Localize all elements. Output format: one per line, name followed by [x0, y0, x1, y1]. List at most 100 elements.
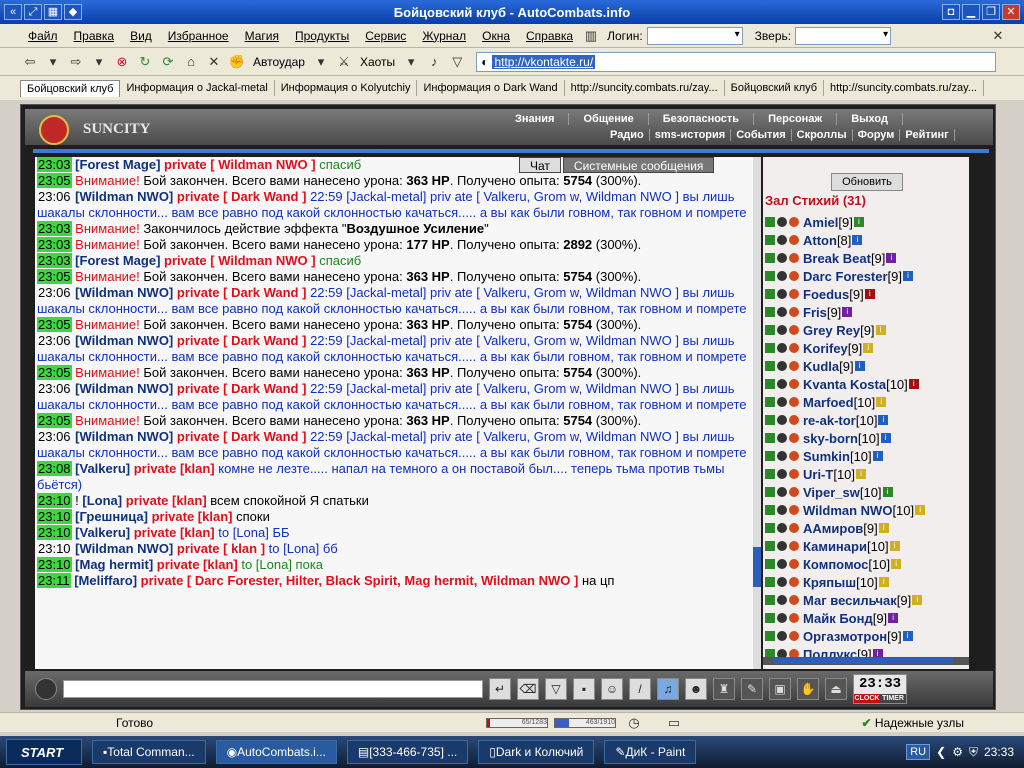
start-button[interactable]: START — [6, 739, 82, 765]
user-name[interactable]: Kudla — [803, 359, 839, 374]
user-name[interactable]: Кряпыш — [803, 575, 856, 590]
nav-security[interactable]: Безопасность — [649, 113, 755, 125]
user-info-icon[interactable]: i — [878, 577, 889, 587]
user-name[interactable]: Оргазмотрон — [803, 629, 887, 644]
nav-knowledge[interactable]: Знания — [501, 113, 570, 125]
chat-user[interactable]: [Meliffaro] — [74, 573, 137, 588]
chat-user[interactable]: [Wildman NWO] — [75, 333, 173, 348]
task-total-commander[interactable]: ▪ Total Comman... — [92, 740, 206, 764]
user-info-icon[interactable]: i — [878, 523, 889, 533]
user-info-icon[interactable]: i — [876, 397, 887, 407]
user-info-icon[interactable]: i — [878, 415, 889, 425]
task-paint[interactable]: ✎ ДиК - Paint — [604, 740, 697, 764]
chat-user[interactable]: [Wildman NWO] — [75, 189, 173, 204]
bottle-icon[interactable]: ♜ — [713, 678, 735, 700]
language-indicator[interactable]: RU — [906, 744, 931, 760]
task-autocombats[interactable]: ◉ AutoCombats.i... — [215, 740, 337, 764]
user-name[interactable]: Fris — [803, 305, 827, 320]
shield-icon[interactable]: ◆ — [64, 4, 82, 20]
login-select[interactable] — [646, 26, 743, 45]
menu-favorites[interactable]: Избранное — [160, 29, 237, 43]
nav-communication[interactable]: Общение — [569, 113, 649, 125]
user-info-icon[interactable]: i — [872, 451, 883, 461]
tab-fight-club[interactable]: Бойцовский клуб — [20, 79, 121, 97]
chaos-button[interactable]: Хаоты — [357, 55, 398, 69]
grid-icon[interactable]: ▦ — [44, 4, 62, 20]
tray-network-icon[interactable]: ⚙ — [952, 745, 963, 759]
beast-select[interactable] — [795, 26, 892, 45]
chat-scrollbar[interactable] — [753, 157, 761, 669]
chat-user[interactable]: [Wildman NWO] — [75, 381, 173, 396]
filter-icon[interactable]: ▽ — [447, 52, 467, 72]
chat-user[interactable]: [Wildman NWO] — [75, 541, 173, 556]
user-name[interactable]: Маг весильчак — [803, 593, 897, 608]
task-icq[interactable]: ▤ [333-466-735] ... — [346, 740, 469, 764]
chat-user[interactable]: [Valkeru] — [75, 461, 130, 476]
chat-user[interactable]: [Lona] — [82, 493, 122, 508]
user-info-icon[interactable]: i — [842, 307, 853, 317]
user-name[interactable]: Darc Forester — [803, 269, 888, 284]
menu-products[interactable]: Продукты — [287, 29, 357, 43]
roll-icon[interactable]: ◘ — [942, 4, 960, 20]
close-icon[interactable]: ✕ — [1002, 4, 1020, 20]
music-icon[interactable]: ♫ — [657, 678, 679, 700]
chat-user[interactable]: [Wildman NWO] — [75, 285, 173, 300]
user-name[interactable]: Каминари — [803, 539, 867, 554]
user-info-icon[interactable]: i — [854, 361, 865, 371]
stop-icon[interactable]: ⊗ — [112, 52, 132, 72]
subnav-events[interactable]: События — [731, 129, 792, 141]
user-name[interactable]: Майк Бонд — [803, 611, 873, 626]
tray-security-icon[interactable]: ⛨ — [969, 745, 978, 760]
nav-exit[interactable]: Выход — [837, 113, 903, 125]
menu-file[interactable]: Файл — [20, 29, 66, 43]
user-name[interactable]: Viper_sw — [803, 485, 860, 500]
user-info-icon[interactable]: i — [853, 217, 864, 227]
menu-help[interactable]: Справка — [518, 29, 581, 43]
send-icon[interactable]: ↵ — [489, 678, 511, 700]
tools-icon[interactable]: ✕ — [204, 52, 224, 72]
user-info-icon[interactable]: i — [863, 343, 874, 353]
autostrike-button[interactable]: Автоудар — [250, 55, 308, 69]
tab-chat[interactable]: Чат — [519, 157, 561, 173]
exit-icon[interactable]: ⏏ — [825, 678, 847, 700]
smile-face-icon[interactable] — [35, 678, 57, 700]
refresh-all-icon[interactable]: ⟳ — [158, 52, 178, 72]
chat-user[interactable]: [Forest Mage] — [75, 253, 160, 268]
filter-icon[interactable]: ▽ — [545, 678, 567, 700]
user-name[interactable]: Marfoed — [803, 395, 854, 410]
user-name[interactable]: Wildman NWO — [803, 503, 892, 518]
restore-icon[interactable]: ❐ — [982, 4, 1000, 20]
user-name[interactable]: Atton — [803, 233, 837, 248]
user-name[interactable]: sky-born — [803, 431, 858, 446]
minimize-icon[interactable]: ▁ — [962, 4, 980, 20]
user-info-icon[interactable]: i — [880, 433, 891, 443]
menu-magic[interactable]: Магия — [237, 29, 287, 43]
subnav-sms[interactable]: sms-история — [650, 129, 732, 141]
chevron-down-icon[interactable]: ▾ — [43, 52, 63, 72]
user-name[interactable]: Grey Rey — [803, 323, 860, 338]
user-name[interactable]: AAмиров — [803, 521, 863, 536]
autostrike-icon[interactable]: ✊ — [227, 52, 247, 72]
arrows-icon[interactable]: ⤢ — [24, 4, 42, 20]
tab-info-darkwand[interactable]: Информация о Dark Wand — [417, 80, 565, 96]
user-info-icon[interactable]: i — [902, 631, 913, 641]
scroll-icon[interactable]: ✎ — [741, 678, 763, 700]
user-name[interactable]: Korifey — [803, 341, 848, 356]
user-name[interactable]: Amiel — [803, 215, 838, 230]
user-info-icon[interactable]: i — [864, 289, 875, 299]
user-info-icon[interactable]: i — [882, 487, 893, 497]
tab-info-kolyutchiy[interactable]: Информация о Kolyutchiy — [275, 80, 418, 96]
hand-icon[interactable]: ✋ — [797, 678, 819, 700]
forward-icon[interactable]: ⇨ — [66, 52, 86, 72]
emoticon-icon[interactable]: ☻ — [685, 678, 707, 700]
user-info-icon[interactable]: i — [856, 469, 867, 479]
user-name[interactable]: Uri-T — [803, 467, 833, 482]
user-info-icon[interactable]: i — [886, 253, 897, 263]
tab-suncity-1[interactable]: http://suncity.combats.ru/zay... — [565, 80, 725, 96]
person-icon[interactable]: ☺ — [601, 678, 623, 700]
lock-icon[interactable]: ▣ — [769, 678, 791, 700]
chaos-icon[interactable]: ⚔ — [334, 52, 354, 72]
user-list-scrollbar[interactable] — [763, 657, 969, 665]
user-info-icon[interactable]: i — [915, 505, 926, 515]
user-info-icon[interactable]: i — [888, 613, 899, 623]
